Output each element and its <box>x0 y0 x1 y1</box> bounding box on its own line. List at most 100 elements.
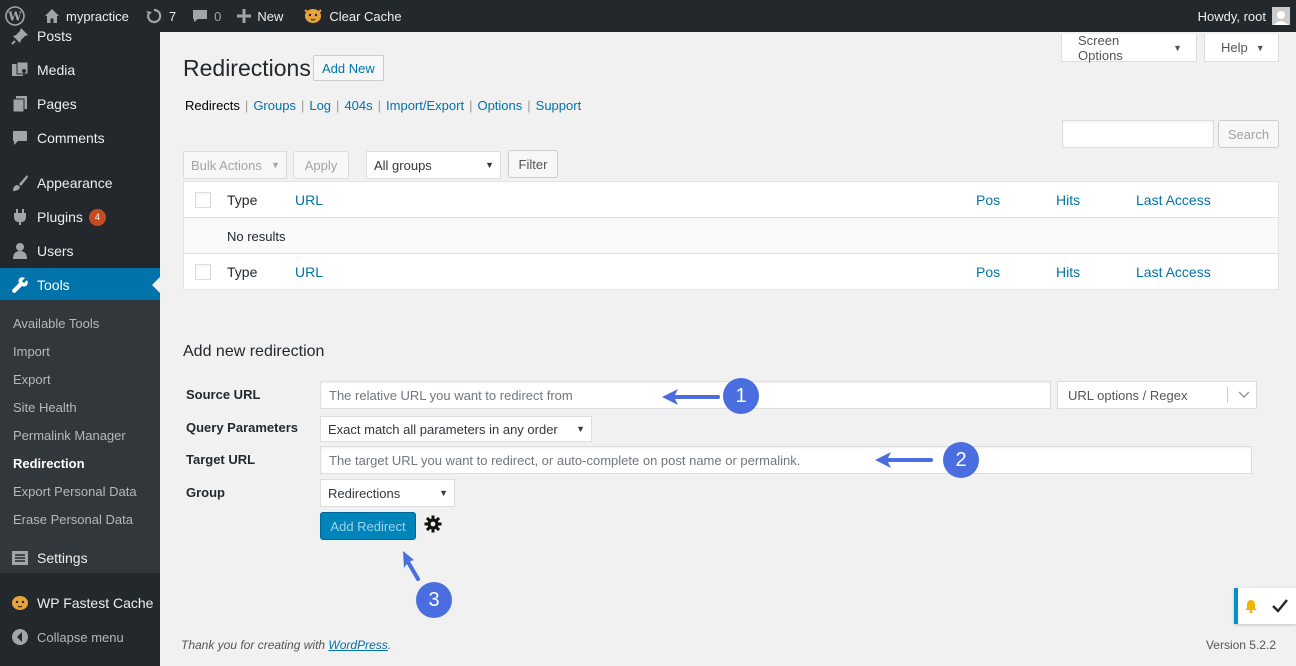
source-url-label: Source URL <box>186 387 261 402</box>
submenu-available-tools[interactable]: Available Tools <box>13 316 99 331</box>
account-menu[interactable]: Howdy, root <box>1198 0 1290 32</box>
help-label: Help <box>1221 40 1248 55</box>
submenu-site-health[interactable]: Site Health <box>13 400 77 415</box>
footer-version: Version 5.2.2 <box>1205 638 1276 652</box>
annotation-arrow-1 <box>662 389 720 405</box>
subnav-log[interactable]: Log <box>309 98 331 113</box>
annotation-number-2: 2 <box>943 442 979 478</box>
select-all-checkbox[interactable] <box>195 264 211 280</box>
group-select[interactable]: Redirections ▼ <box>320 479 455 507</box>
submenu-export[interactable]: Export <box>13 372 51 387</box>
caret-down-icon: ▼ <box>439 488 448 498</box>
menu-label: Comments <box>37 130 105 146</box>
wordpress-link[interactable]: WordPress <box>328 638 387 652</box>
filter-button[interactable]: Filter <box>508 150 558 178</box>
menu-item-settings[interactable]: Settings <box>0 541 160 575</box>
query-parameters-select[interactable]: Exact match all parameters in any order ▼ <box>320 416 592 442</box>
paintbrush-icon <box>10 173 30 193</box>
select-all-checkbox[interactable] <box>195 192 211 208</box>
chevron-down-icon <box>1238 391 1250 399</box>
column-last-access[interactable]: Last Access <box>1136 254 1211 290</box>
footer-thanks-suffix: . <box>387 638 392 652</box>
add-redirect-button[interactable]: Add Redirect <box>320 512 416 540</box>
cheetah-icon <box>10 593 30 613</box>
menu-item-media[interactable]: Media <box>0 53 160 87</box>
annotation-arrow-2 <box>875 452 933 468</box>
menu-item-wp-fastest-cache[interactable]: WP Fastest Cache <box>0 586 160 620</box>
notification-widget[interactable] <box>1234 588 1296 624</box>
menu-item-posts[interactable]: Posts <box>0 19 160 53</box>
new-content-link[interactable]: New <box>229 0 291 32</box>
menu-item-plugins[interactable]: Plugins 4 <box>0 200 160 234</box>
clear-cache-link[interactable]: Clear Cache <box>295 0 409 32</box>
apply-button[interactable]: Apply <box>293 151 349 179</box>
admin-bar: W mypractice 7 0 New Clear Cache Howdy, … <box>0 0 1296 32</box>
column-hits[interactable]: Hits <box>1056 254 1080 290</box>
screen-options-button[interactable]: Screen Options ▼ <box>1061 33 1197 63</box>
caret-down-icon: ▼ <box>271 160 280 170</box>
group-filter-value: All groups <box>374 157 432 173</box>
menu-label: Users <box>37 243 74 259</box>
menu-label: Plugins <box>37 209 83 225</box>
comment-icon <box>193 10 208 22</box>
menu-label: Collapse menu <box>37 629 124 645</box>
query-parameters-label: Query Parameters <box>186 420 299 435</box>
search-button[interactable]: Search <box>1218 120 1279 148</box>
menu-item-tools[interactable]: Tools <box>0 268 160 302</box>
column-hits[interactable]: Hits <box>1056 182 1080 218</box>
target-url-label: Target URL <box>186 452 256 467</box>
menu-item-comments[interactable]: Comments <box>0 121 160 155</box>
column-type: Type <box>227 264 258 280</box>
column-pos[interactable]: Pos <box>976 182 1000 218</box>
menu-label: Tools <box>37 277 70 293</box>
submenu-import[interactable]: Import <box>13 344 50 359</box>
subnav-support[interactable]: Support <box>536 98 582 113</box>
table-header-row: Type URL Pos Hits Last Access <box>184 182 1278 218</box>
admin-menu: Posts Media Pages Comments Appearance Pl… <box>0 28 160 666</box>
add-new-button[interactable]: Add New <box>313 55 384 81</box>
collapse-menu-button[interactable]: Collapse menu <box>0 620 160 654</box>
help-button[interactable]: Help ▼ <box>1204 34 1279 62</box>
menu-item-users[interactable]: Users <box>0 234 160 268</box>
subnav-redirects[interactable]: Redirects <box>185 98 240 113</box>
comments-count: 0 <box>214 8 222 24</box>
column-pos[interactable]: Pos <box>976 254 1000 290</box>
column-url[interactable]: URL <box>295 254 323 290</box>
subnav-groups[interactable]: Groups <box>253 98 296 113</box>
submenu-erase-personal-data[interactable]: Erase Personal Data <box>13 512 133 527</box>
subnav-options[interactable]: Options <box>477 98 522 113</box>
url-options-value: URL options / Regex <box>1068 387 1188 403</box>
updates-count: 7 <box>168 8 177 24</box>
menu-label: Settings <box>37 550 88 566</box>
menu-label: Media <box>37 62 76 78</box>
subnav: Redirects | Groups | Log | 404s | Import/Exp… <box>185 98 582 113</box>
menu-item-pages[interactable]: Pages <box>0 87 160 121</box>
bulk-actions-value: Bulk Actions <box>191 157 262 173</box>
comments-link[interactable]: 0 <box>184 0 229 32</box>
bulk-actions-select[interactable]: Bulk Actions ▼ <box>183 151 287 179</box>
column-type: Type <box>227 192 258 208</box>
submenu-permalink-manager[interactable]: Permalink Manager <box>13 428 126 443</box>
submenu-redirection[interactable]: Redirection <box>13 456 85 471</box>
no-results-message: No results <box>227 228 286 244</box>
collapse-icon <box>10 627 30 647</box>
caret-down-icon: ▼ <box>1173 42 1182 53</box>
annotation-number-3: 3 <box>416 582 452 618</box>
page-title: Redirections <box>183 55 311 81</box>
group-filter-select[interactable]: All groups ▼ <box>366 151 501 179</box>
menu-label: Posts <box>37 28 73 44</box>
gear-icon[interactable] <box>424 515 442 536</box>
search-input[interactable] <box>1062 120 1214 148</box>
group-label: Group <box>186 485 225 500</box>
target-url-input[interactable]: The target URL you want to redirect, or … <box>320 446 1252 474</box>
submenu-export-personal-data[interactable]: Export Personal Data <box>13 484 137 499</box>
column-last-access[interactable]: Last Access <box>1136 182 1211 218</box>
subnav-404s[interactable]: 404s <box>344 98 372 113</box>
cheetah-icon <box>304 9 323 23</box>
menu-label: WP Fastest Cache <box>37 595 154 611</box>
table-row: No results <box>184 218 1278 254</box>
menu-item-appearance[interactable]: Appearance <box>0 166 160 200</box>
column-url[interactable]: URL <box>295 182 323 218</box>
subnav-import-export[interactable]: Import/Export <box>386 98 464 113</box>
url-options-select[interactable]: URL options / Regex <box>1057 381 1257 409</box>
